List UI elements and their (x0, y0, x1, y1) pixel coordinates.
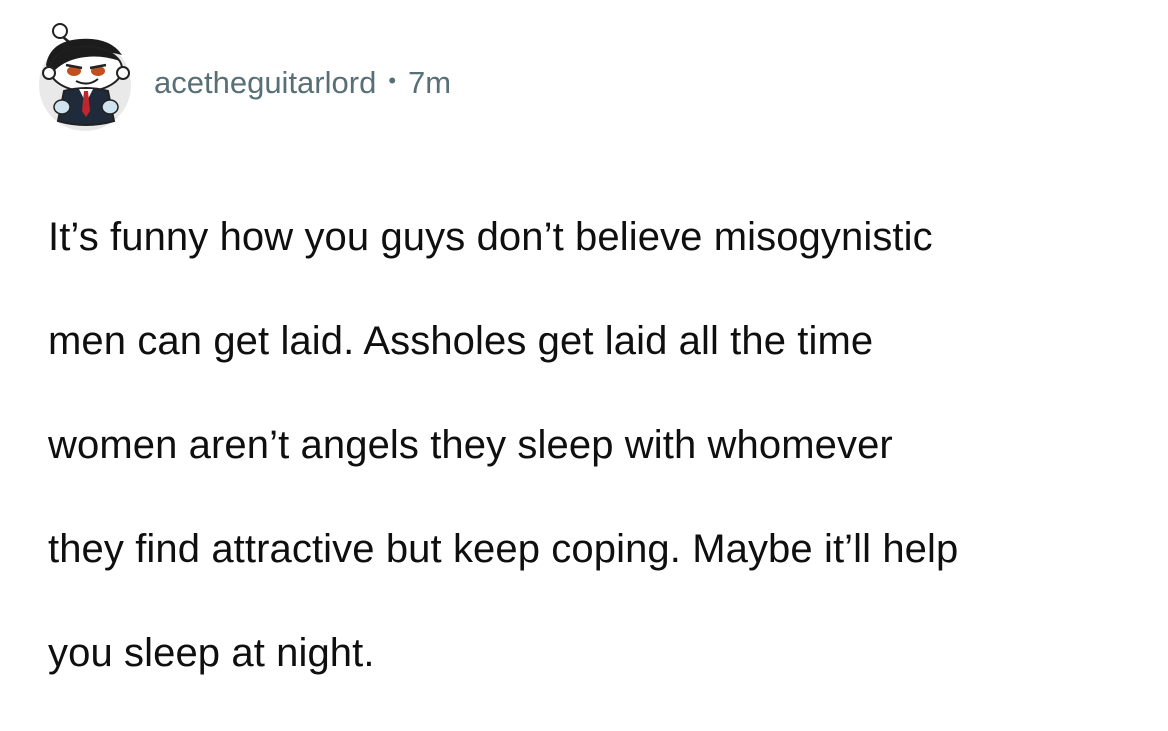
comment-line: It’s funny how you guys don’t believe mi… (48, 215, 933, 259)
meta-separator: • (388, 68, 397, 93)
comment-header: acetheguitarlord • 7m (36, 16, 451, 136)
comment: acetheguitarlord • 7m It’s funny how you… (0, 0, 1168, 675)
comment-line: they find attractive but keep coping. Ma… (48, 527, 959, 571)
comment-line: women aren’t angels they sleep with whom… (48, 423, 893, 467)
comment-meta: acetheguitarlord • 7m (154, 65, 451, 101)
comment-body: It’s funny how you guys don’t believe mi… (48, 159, 1148, 731)
comment-line: you sleep at night. (48, 631, 375, 675)
comment-line: men can get laid. Assholes get laid all … (48, 319, 874, 363)
comment-timestamp: 7m (408, 65, 452, 100)
author-username[interactable]: acetheguitarlord (154, 65, 376, 101)
snoo-avatar-icon (39, 23, 131, 131)
avatar[interactable] (36, 21, 134, 131)
